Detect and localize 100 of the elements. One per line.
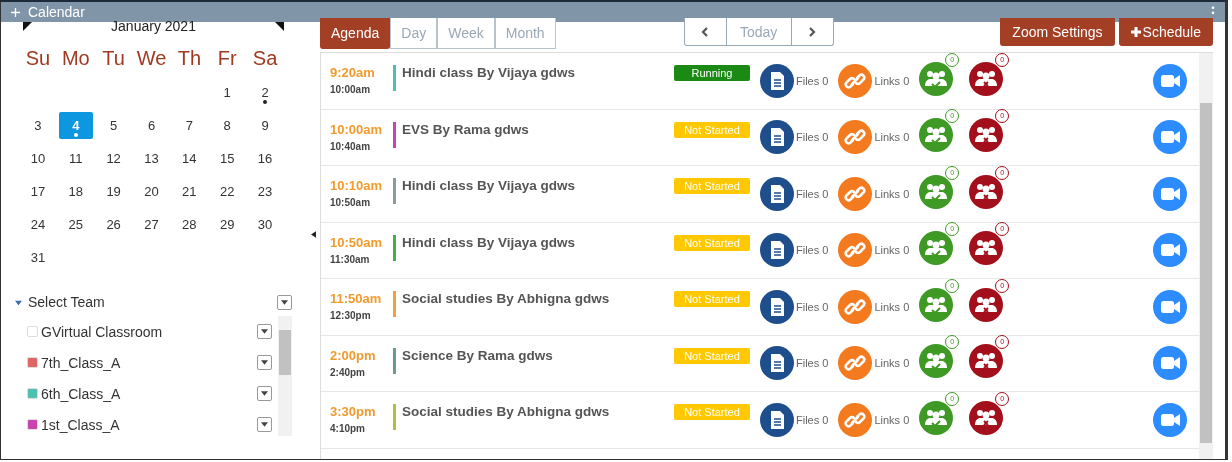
status-badge: Running	[674, 65, 750, 81]
calendar-day[interactable]: 14	[172, 145, 207, 172]
group-check-icon[interactable]	[919, 400, 954, 435]
link-icon[interactable]	[838, 120, 873, 155]
document-icon[interactable]	[760, 120, 794, 155]
video-camera-icon[interactable]	[1153, 176, 1187, 211]
calendar-day[interactable]: 12	[96, 145, 131, 172]
scrollbar[interactable]	[1199, 53, 1213, 459]
event-title[interactable]: EVS By Rama gdws	[402, 109, 674, 137]
calendar-day[interactable]: 26	[96, 211, 131, 238]
document-icon[interactable]	[760, 233, 794, 268]
scrollbar[interactable]	[278, 316, 292, 436]
group-check-icon[interactable]	[919, 231, 954, 266]
group-check-icon[interactable]	[919, 287, 954, 322]
calendar-day[interactable]: 23	[248, 178, 282, 205]
start-time: 9:20am	[330, 65, 376, 80]
chevron-right-icon	[808, 26, 817, 37]
team-name[interactable]: 7th_Class_A	[41, 354, 254, 371]
end-time: 10:40am	[330, 140, 372, 152]
calendar-day[interactable]: 31	[21, 244, 55, 271]
calendar-day[interactable]: 18	[58, 178, 93, 205]
calendar-day[interactable]: 29	[210, 211, 245, 238]
document-icon[interactable]	[760, 176, 794, 211]
dropdown-button[interactable]	[257, 324, 272, 339]
collapse-arrow-icon[interactable]	[310, 231, 316, 238]
calendar-day[interactable]: 2	[248, 79, 282, 106]
calendar-day[interactable]: 28	[172, 211, 207, 238]
end-time: 11:30am	[330, 253, 371, 265]
link-icon[interactable]	[838, 402, 873, 437]
team-name[interactable]: 1st_Class_A	[41, 416, 254, 433]
start-time: 10:00am	[330, 121, 384, 137]
calendar-day[interactable]: 3	[21, 112, 55, 139]
next-button[interactable]	[790, 18, 834, 46]
calendar-day[interactable]: 9	[248, 112, 282, 139]
group-cross-icon[interactable]	[969, 344, 1004, 379]
group-cross-icon[interactable]	[969, 174, 1004, 209]
event-title[interactable]: Hindi class By Vijaya gdws	[402, 166, 674, 193]
video-camera-icon[interactable]	[1153, 289, 1187, 324]
event-title[interactable]: Social studies By Abhigna gdws	[402, 392, 674, 419]
calendar-day[interactable]: 30	[248, 211, 282, 238]
calendar-day[interactable]: 24	[21, 211, 55, 238]
group-check-icon[interactable]	[919, 344, 954, 379]
calendar-day[interactable]: 10	[21, 145, 55, 172]
calendar-day[interactable]: 13	[134, 145, 169, 172]
calendar-day[interactable]: 17	[21, 178, 55, 205]
schedule-button[interactable]: Schedule	[1118, 18, 1213, 46]
collapse-caret-icon[interactable]	[15, 298, 22, 306]
document-icon[interactable]	[760, 402, 794, 437]
previous-button[interactable]	[683, 18, 727, 46]
document-icon[interactable]	[760, 63, 794, 98]
group-cross-icon[interactable]	[969, 287, 1004, 322]
link-icon[interactable]	[838, 289, 873, 324]
event-title[interactable]: Social studies By Abhigna gdws	[402, 279, 674, 306]
group-cross-icon[interactable]	[969, 400, 1004, 435]
group-cross-icon[interactable]	[969, 61, 1004, 96]
calendar-day[interactable]: 7	[172, 112, 207, 139]
calendar-day[interactable]: 15	[210, 145, 245, 172]
video-camera-icon[interactable]	[1153, 402, 1187, 437]
event-title[interactable]: Hindi class By Vijaya gdws	[402, 53, 674, 80]
links-count: Links 0	[874, 244, 910, 257]
view-tab[interactable]: Agenda	[320, 18, 391, 49]
document-icon[interactable]	[760, 346, 794, 381]
group-cross-icon[interactable]	[969, 118, 1004, 153]
document-icon[interactable]	[760, 289, 794, 324]
link-icon[interactable]	[838, 346, 873, 381]
group-check-icon[interactable]	[919, 174, 954, 209]
calendar-day[interactable]: 1	[210, 79, 245, 106]
event-title[interactable]: Science By Rama gdws	[402, 335, 674, 363]
link-icon[interactable]	[838, 233, 873, 268]
calendar-day[interactable]: 22	[210, 178, 245, 205]
dropdown-button[interactable]	[277, 294, 292, 310]
calendar-day[interactable]: 20	[134, 178, 169, 205]
link-icon[interactable]	[838, 63, 873, 98]
video-camera-icon[interactable]	[1153, 233, 1187, 268]
calendar-day[interactable]: 5	[96, 112, 131, 139]
link-icon[interactable]	[838, 176, 873, 211]
links-count: Links 0	[874, 131, 910, 144]
calendar-day[interactable]: 8	[210, 112, 245, 139]
calendar-day[interactable]: 21	[172, 178, 207, 205]
calendar-day[interactable]: 27	[134, 211, 169, 238]
zoom-settings-button[interactable]: Zoom Settings	[1000, 18, 1115, 46]
move-icon[interactable]	[11, 7, 20, 17]
calendar-day[interactable]: 16	[248, 145, 282, 172]
calendar-day[interactable]: 6	[134, 112, 169, 139]
team-name[interactable]: GVirtual Classroom	[41, 323, 254, 340]
dropdown-button[interactable]	[257, 355, 272, 370]
calendar-day[interactable]: 25	[58, 211, 93, 238]
calendar-day[interactable]: 19	[96, 178, 131, 205]
group-check-icon[interactable]	[919, 118, 954, 153]
video-camera-icon[interactable]	[1153, 346, 1187, 381]
calendar-day[interactable]: 11	[58, 145, 93, 172]
group-cross-icon[interactable]	[969, 231, 1004, 266]
event-title[interactable]: Hindi class By Vijaya gdws	[402, 222, 674, 250]
group-check-icon[interactable]	[919, 61, 954, 96]
end-time: 2:40pm	[330, 366, 366, 378]
team-name[interactable]: 6th_Class_A	[41, 385, 254, 402]
dropdown-button[interactable]	[257, 417, 272, 432]
dropdown-button[interactable]	[257, 386, 272, 401]
video-camera-icon[interactable]	[1153, 120, 1187, 155]
video-camera-icon[interactable]	[1153, 63, 1187, 98]
